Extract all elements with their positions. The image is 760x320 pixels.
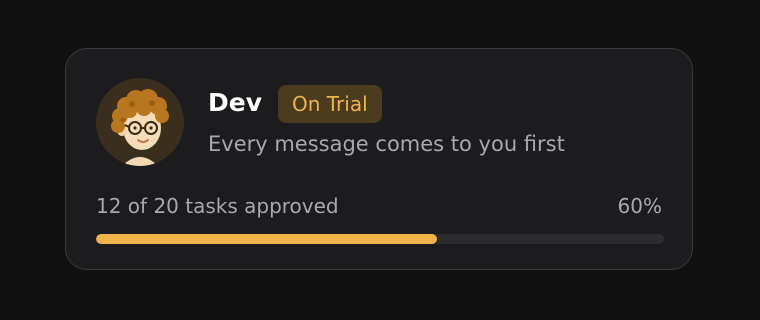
- agent-name: Dev: [208, 88, 263, 117]
- progress-bar: [96, 234, 664, 244]
- progress-label: 12 of 20 tasks approved: [96, 194, 339, 218]
- progress-bar-fill: [96, 234, 437, 244]
- agent-card: Dev On Trial Every message comes to you …: [65, 48, 693, 270]
- agent-description: Every message comes to you first: [208, 132, 565, 156]
- status-badge: On Trial: [278, 85, 382, 123]
- progress-percent: 60%: [617, 194, 662, 218]
- person-avatar-icon: [111, 89, 169, 166]
- avatar: [96, 78, 184, 166]
